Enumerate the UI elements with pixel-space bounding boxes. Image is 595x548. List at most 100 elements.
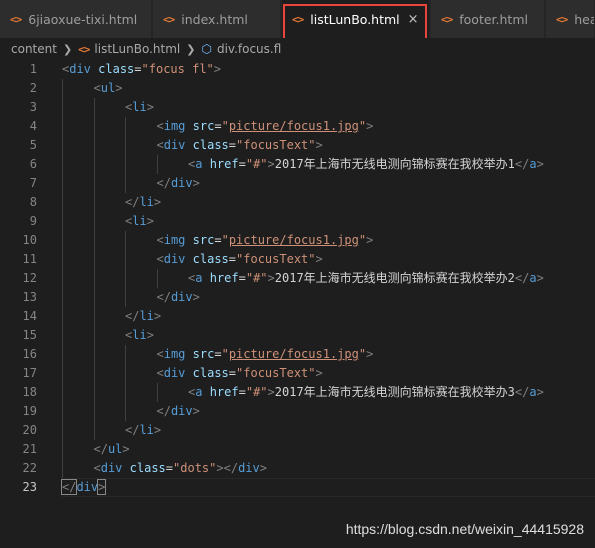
code-token: div xyxy=(163,138,186,152)
code-text: <div class="dots"></div> xyxy=(94,459,267,478)
tab-listLunBo[interactable]: <> listLunBo.html × xyxy=(282,0,430,38)
code-token: > xyxy=(536,385,544,399)
code-token: img xyxy=(163,347,186,361)
indent-guide xyxy=(156,383,158,402)
code-token: > xyxy=(97,479,107,495)
line-number: 13 xyxy=(22,290,37,304)
code-token: > xyxy=(366,233,374,247)
code-line[interactable]: 20 </li> xyxy=(0,421,595,440)
line-number: 21 xyxy=(22,442,37,456)
indent-guide xyxy=(62,288,63,307)
code-token: "#" xyxy=(245,385,268,399)
code-editor[interactable]: 1 <div class="focus fl"> 2 <ul> 3 <li> 4 <img s… xyxy=(0,60,595,548)
code-line[interactable]: 8 </li> xyxy=(0,193,595,212)
indent-guide xyxy=(62,459,63,478)
html-icon: <> xyxy=(163,12,175,26)
code-token: = xyxy=(134,62,142,76)
code-line[interactable]: 3 <li> xyxy=(0,98,595,117)
code-line[interactable]: 19 </div> xyxy=(0,402,595,421)
code-token: class xyxy=(192,366,229,380)
code-token: = xyxy=(238,157,246,171)
code-token: > xyxy=(315,138,323,152)
line-number: 9 xyxy=(29,214,37,228)
code-text: <li> xyxy=(125,326,154,345)
watermark: https://blog.csdn.net/weixin_44415928 xyxy=(345,521,584,537)
close-icon[interactable]: × xyxy=(408,12,419,27)
code-token: > xyxy=(192,290,200,304)
code-token: </ xyxy=(514,271,530,285)
code-token: img xyxy=(163,233,186,247)
line-number: 22 xyxy=(22,461,37,475)
code-token: picture/focus1.jpg xyxy=(228,119,359,133)
indent-guide xyxy=(93,345,95,364)
code-line[interactable]: 15 <li> xyxy=(0,326,595,345)
code-token: " xyxy=(358,119,367,133)
code-token: > xyxy=(192,176,200,190)
code-line[interactable]: 1 <div class="focus fl"> xyxy=(0,60,595,79)
code-token: " xyxy=(221,347,229,361)
code-line[interactable]: 10 <img src="picture/focus1.jpg"> xyxy=(0,231,595,250)
code-token: = xyxy=(228,138,237,152)
code-line[interactable]: 5 <div class="focusText"> xyxy=(0,136,595,155)
code-text: <div class="focusText"> xyxy=(157,364,323,383)
code-line[interactable]: 21 </ul> xyxy=(0,440,595,459)
indent-guide xyxy=(93,269,95,288)
code-line[interactable]: 18 <a href="#">2017年上海市无线电测向锦标赛在我校举办3</a> xyxy=(0,383,595,402)
code-line[interactable]: 14 </li> xyxy=(0,307,595,326)
indent-guide xyxy=(62,402,63,421)
code-line[interactable]: 11 <div class="focusText"> xyxy=(0,250,595,269)
code-token: div xyxy=(170,290,193,304)
line-number: 18 xyxy=(22,385,37,399)
code-token: href xyxy=(209,271,239,285)
code-line[interactable]: 2 <ul> xyxy=(0,79,595,98)
code-token: div xyxy=(170,404,193,418)
tab-index[interactable]: <> index.html xyxy=(153,0,281,38)
code-token: > xyxy=(122,442,130,456)
code-line[interactable]: 17 <div class="focusText"> xyxy=(0,364,595,383)
code-token: < xyxy=(156,119,164,133)
code-line[interactable]: 7 </div> xyxy=(0,174,595,193)
code-token: "dots" xyxy=(173,461,217,475)
code-token: div xyxy=(69,62,91,76)
code-line[interactable]: 9 <li> xyxy=(0,212,595,231)
tab-6jiaoxue-tixi[interactable]: <> 6jiaoxue-tixi.html xyxy=(0,0,152,38)
indent-guide xyxy=(62,345,63,364)
code-line[interactable]: 13 </div> xyxy=(0,288,595,307)
code-token: < xyxy=(156,233,164,247)
breadcrumb-file[interactable]: listLunBo.html xyxy=(94,42,180,56)
code-line[interactable]: 16 <img src="picture/focus1.jpg"> xyxy=(0,345,595,364)
code-token: picture/focus1.jpg xyxy=(228,347,359,361)
code-token: li xyxy=(139,423,154,437)
tab-header[interactable]: <> hea xyxy=(546,0,595,38)
indent-guide xyxy=(93,98,95,117)
symbol-cube-icon: ⬡ xyxy=(201,42,212,56)
breadcrumb-folder[interactable]: content xyxy=(11,42,57,56)
code-token: a xyxy=(529,271,537,285)
code-line[interactable]: 6 <a href="#">2017年上海市无线电测向锦标赛在我校举办1</a> xyxy=(0,155,595,174)
code-line[interactable]: 23 </div> xyxy=(0,478,595,497)
code-line[interactable]: 22 <div class="dots"></div> xyxy=(0,459,595,478)
code-line[interactable]: 12 <a href="#">2017年上海市无线电测向锦标赛在我校举办2</a> xyxy=(0,269,595,288)
code-token: > xyxy=(536,271,544,285)
code-text: </div> xyxy=(157,288,200,307)
indent-guide xyxy=(62,193,63,212)
code-token: li xyxy=(132,100,147,114)
line-number: 23 xyxy=(22,480,37,494)
code-token: = xyxy=(238,271,246,285)
code-token: > xyxy=(153,195,162,209)
tab-footer[interactable]: <> footer.html xyxy=(431,0,545,38)
line-number: 2 xyxy=(29,81,37,95)
code-token: div xyxy=(76,480,99,494)
code-line[interactable]: 4 <img src="picture/focus1.jpg"> xyxy=(0,117,595,136)
code-token: > xyxy=(315,366,323,380)
code-token: </ xyxy=(156,290,171,304)
code-token: div xyxy=(163,252,186,266)
indent-guide xyxy=(93,402,95,421)
code-text: <div class="focusText"> xyxy=(157,250,323,269)
html-icon: <> xyxy=(78,42,90,56)
breadcrumb-symbol[interactable]: div.focus.fl xyxy=(217,42,281,56)
code-token: < xyxy=(156,347,164,361)
